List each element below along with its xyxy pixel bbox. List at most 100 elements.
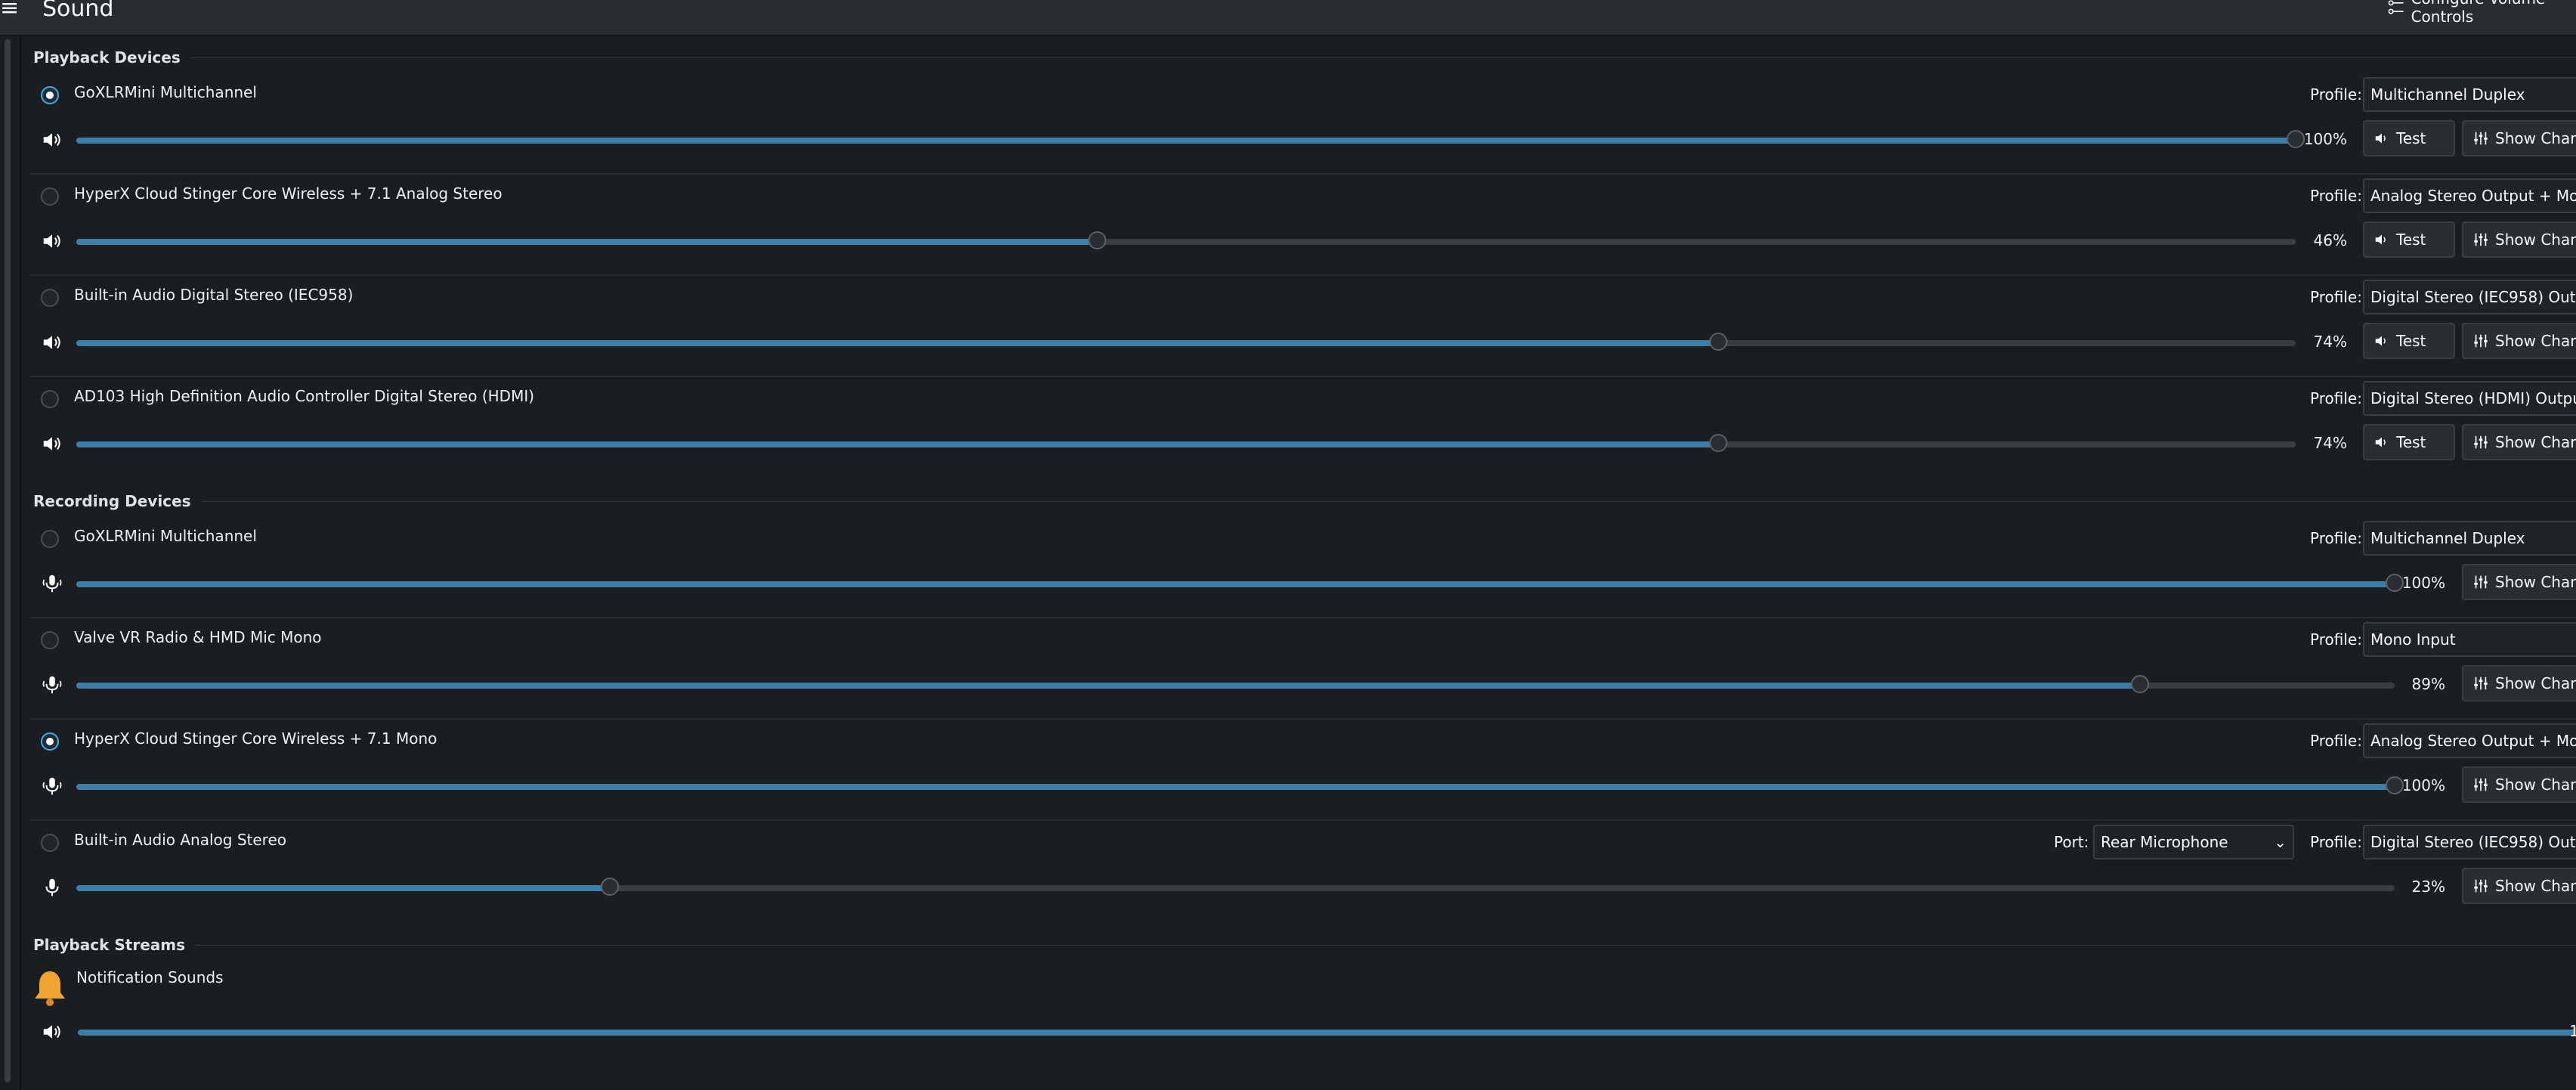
volume-percent: 100% bbox=[2401, 574, 2445, 592]
chevron-down-icon: ⌄ bbox=[2274, 833, 2287, 851]
test-button[interactable]: Test bbox=[2363, 323, 2455, 359]
profile-select[interactable]: Analog Stereo Output + Mono Input bbox=[2363, 178, 2576, 213]
configure-icon bbox=[2388, 0, 2404, 14]
volume-slider-handle[interactable] bbox=[1709, 434, 1727, 452]
profile-select[interactable]: Multichannel Duplex bbox=[2363, 77, 2576, 112]
default-device-radio[interactable] bbox=[41, 732, 59, 751]
show-channels-label: Show Channels bbox=[2495, 129, 2576, 147]
volume-percent: 100% bbox=[2401, 776, 2445, 794]
volume-slider[interactable] bbox=[76, 675, 2395, 693]
volume-percent: 74% bbox=[2313, 434, 2347, 452]
volume-slider-fill bbox=[76, 784, 2395, 790]
section-title: Recording Devices bbox=[33, 492, 191, 510]
test-speaker-icon bbox=[2373, 130, 2390, 147]
profile-select[interactable]: Digital Stereo (HDMI) Output bbox=[2363, 381, 2576, 416]
recording-device: Valve VR Radio & HMD Mic Mono Profile: Mon… bbox=[30, 617, 2576, 720]
profile-value: Multichannel Duplex bbox=[2370, 529, 2525, 547]
volume-slider-handle[interactable] bbox=[1709, 333, 1727, 351]
default-device-radio[interactable] bbox=[41, 390, 59, 408]
volume-percent: 74% bbox=[2313, 333, 2347, 351]
default-device-radio[interactable] bbox=[41, 86, 59, 104]
volume-slider[interactable] bbox=[76, 574, 2404, 592]
volume-slider[interactable] bbox=[76, 333, 2296, 351]
show-channels-button[interactable]: Show Channels bbox=[2462, 868, 2576, 904]
volume-percent: 89% bbox=[2411, 675, 2445, 693]
volume-slider[interactable] bbox=[76, 878, 2395, 896]
volume-slider[interactable] bbox=[78, 1022, 2576, 1040]
profile-label: Profile: bbox=[2310, 630, 2362, 649]
microphone-sensitivity-icon[interactable] bbox=[41, 775, 63, 797]
test-speaker-icon bbox=[2373, 333, 2390, 349]
profile-select[interactable]: Multichannel Duplex bbox=[2363, 521, 2576, 556]
speaker-icon[interactable] bbox=[41, 331, 63, 354]
default-device-radio[interactable] bbox=[41, 530, 59, 548]
show-channels-button[interactable]: Show Channels bbox=[2462, 665, 2576, 701]
test-button[interactable]: Test bbox=[2363, 424, 2455, 460]
profile-select[interactable]: Analog Stereo Output + Mono Input bbox=[2363, 723, 2576, 758]
microphone-sensitivity-icon[interactable] bbox=[41, 572, 63, 595]
port-select[interactable]: Rear Microphone ⌄ bbox=[2093, 825, 2294, 859]
volume-slider[interactable] bbox=[76, 130, 2305, 148]
default-device-radio[interactable] bbox=[41, 187, 59, 206]
configure-volume-controls-button[interactable]: Configure Volume Controls bbox=[2386, 0, 2576, 26]
volume-slider-fill bbox=[76, 138, 2296, 144]
microphone-icon[interactable] bbox=[41, 876, 63, 899]
volume-slider-handle[interactable] bbox=[2131, 675, 2149, 693]
test-label: Test bbox=[2396, 433, 2426, 451]
speaker-icon[interactable] bbox=[41, 1020, 63, 1043]
show-channels-button[interactable]: Show Channels bbox=[2462, 221, 2576, 258]
profile-label: Profile: bbox=[2310, 529, 2362, 547]
speaker-icon[interactable] bbox=[41, 230, 63, 252]
channels-icon bbox=[2472, 333, 2489, 349]
test-label: Test bbox=[2396, 332, 2426, 350]
show-channels-button[interactable]: Show Channels bbox=[2462, 323, 2576, 359]
show-channels-label: Show Channels bbox=[2495, 877, 2576, 895]
default-device-radio[interactable] bbox=[41, 289, 59, 307]
volume-slider[interactable] bbox=[76, 434, 2296, 452]
default-device-radio[interactable] bbox=[41, 834, 59, 852]
section-title: Playback Streams bbox=[33, 936, 185, 954]
volume-percent: 100% bbox=[2303, 130, 2347, 148]
section-playback-devices: Playback Devices bbox=[33, 45, 2576, 70]
volume-slider[interactable] bbox=[76, 776, 2404, 794]
show-channels-label: Show Channels bbox=[2495, 332, 2576, 350]
volume-slider-handle[interactable] bbox=[601, 878, 619, 896]
microphone-sensitivity-icon[interactable] bbox=[41, 674, 63, 696]
default-device-radio[interactable] bbox=[41, 631, 59, 649]
channels-icon bbox=[2472, 574, 2489, 590]
show-channels-button[interactable]: Show Channels bbox=[2462, 564, 2576, 600]
profile-value: Digital Stereo (HDMI) Output bbox=[2370, 389, 2576, 407]
playback-device: AD103 High Definition Audio Controller D… bbox=[30, 376, 2576, 477]
test-speaker-icon bbox=[2373, 434, 2390, 451]
show-channels-label: Show Channels bbox=[2495, 573, 2576, 591]
section-divider bbox=[190, 57, 2576, 58]
profile-value: Digital Stereo (IEC958) Output bbox=[2370, 833, 2576, 851]
profile-select[interactable]: Digital Stereo (IEC958) Output bbox=[2363, 280, 2576, 314]
hamburger-menu-icon[interactable]: ≡ bbox=[0, 0, 19, 20]
volume-slider-fill bbox=[76, 340, 1718, 346]
port-label: Port: bbox=[2054, 833, 2089, 851]
profile-value: Multichannel Duplex bbox=[2370, 85, 2525, 104]
show-channels-button[interactable]: Show Channels bbox=[2462, 766, 2576, 803]
channels-icon bbox=[2472, 878, 2489, 894]
channels-icon bbox=[2472, 434, 2489, 451]
volume-slider-handle[interactable] bbox=[1088, 231, 1106, 249]
show-channels-button[interactable]: Show Channels bbox=[2462, 424, 2576, 460]
speaker-icon[interactable] bbox=[41, 129, 63, 151]
test-label: Test bbox=[2396, 231, 2426, 249]
test-button[interactable]: Test bbox=[2363, 221, 2455, 258]
scrollbar[interactable] bbox=[5, 39, 11, 1082]
profile-value: Analog Stereo Output + Mono Input bbox=[2370, 187, 2576, 205]
recording-device: GoXLRMini Multichannel Profile: Multichann… bbox=[30, 516, 2576, 618]
device-name: Valve VR Radio & HMD Mic Mono bbox=[74, 628, 322, 646]
show-channels-button[interactable]: Show Channels bbox=[2462, 120, 2576, 156]
profile-select[interactable]: Mono Input bbox=[2363, 622, 2576, 657]
speaker-icon[interactable] bbox=[41, 432, 63, 455]
device-name: GoXLRMini Multichannel bbox=[74, 527, 257, 545]
device-name: HyperX Cloud Stinger Core Wireless + 7.1… bbox=[74, 729, 438, 748]
device-name: Built-in Audio Analog Stereo bbox=[74, 831, 286, 849]
volume-slider[interactable] bbox=[76, 231, 2296, 249]
test-button[interactable]: Test bbox=[2363, 120, 2455, 156]
port-value: Rear Microphone bbox=[2101, 833, 2228, 851]
profile-select[interactable]: Digital Stereo (IEC958) Output bbox=[2363, 825, 2576, 859]
